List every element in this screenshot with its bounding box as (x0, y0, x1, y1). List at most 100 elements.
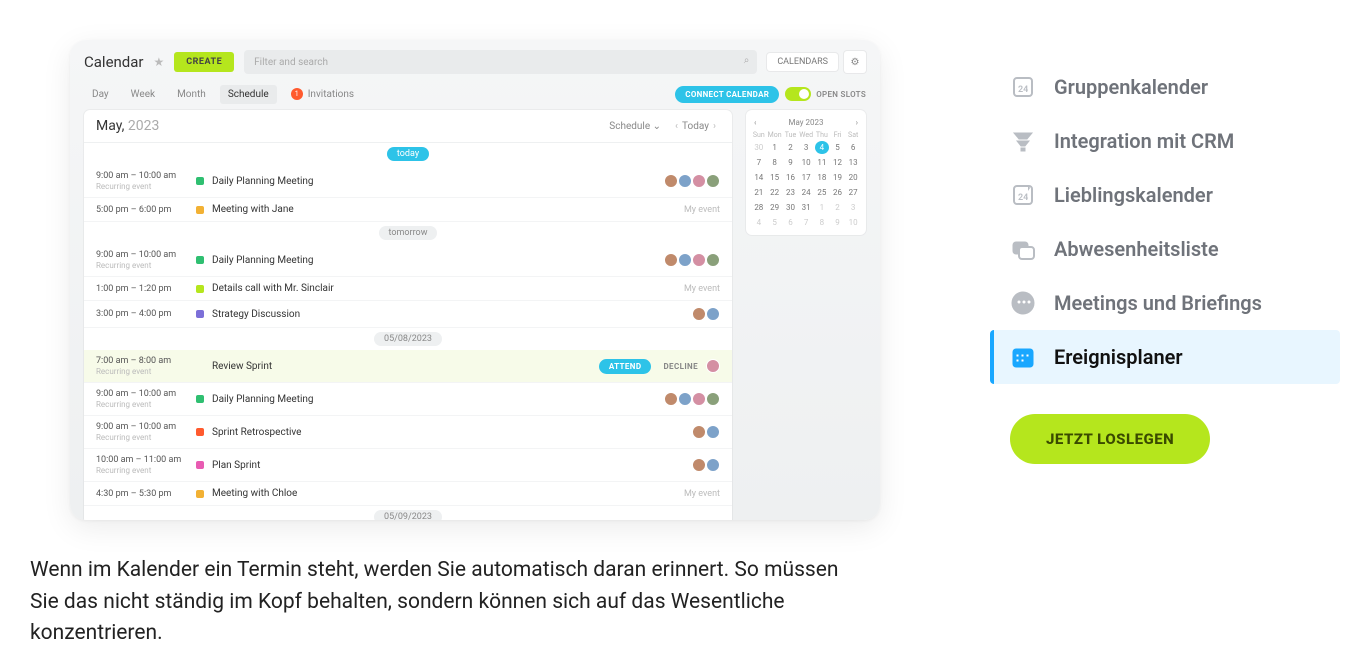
mini-day[interactable]: 30 (784, 201, 798, 214)
mini-day[interactable]: 7 (752, 156, 766, 169)
mini-day[interactable]: 30 (752, 141, 766, 154)
event-row[interactable]: 9:00 am – 10:00 amRecurring eventDaily P… (84, 383, 732, 416)
mini-day[interactable]: 4 (815, 141, 829, 154)
event-right (668, 174, 720, 188)
view-day[interactable]: Day (84, 85, 117, 104)
mini-day[interactable]: 1 (815, 201, 829, 214)
mini-day[interactable]: 6 (784, 216, 798, 229)
mini-day[interactable]: 29 (768, 201, 782, 214)
schedule-dropdown[interactable]: Schedule ⌄ (609, 121, 661, 132)
color-dot-icon (196, 285, 204, 293)
mini-day[interactable]: 12 (831, 156, 845, 169)
next-icon[interactable]: › (709, 121, 720, 132)
search-placeholder: Filter and search (254, 57, 328, 68)
calendars-button[interactable]: CALENDARS (767, 53, 838, 71)
mini-day[interactable]: 17 (799, 171, 813, 184)
event-time: 4:30 pm – 5:30 pm (96, 489, 196, 499)
mini-prev-icon[interactable]: ‹ (754, 118, 756, 127)
event-row[interactable]: 4:30 pm – 5:30 pmMeeting with ChloeMy ev… (84, 482, 732, 506)
create-button[interactable]: CREATE (174, 52, 234, 72)
svg-text:24: 24 (1018, 193, 1028, 203)
color-dot-icon (196, 490, 204, 498)
mini-day[interactable]: 23 (784, 186, 798, 199)
mini-day[interactable]: 27 (846, 186, 860, 199)
open-slots-toggle[interactable]: OPEN SLOTS (785, 87, 866, 101)
recurring-label: Recurring event (96, 261, 196, 270)
feature-label: Gruppenkalender (1054, 75, 1208, 99)
mini-day[interactable]: 20 (846, 171, 860, 184)
mini-day[interactable]: 15 (768, 171, 782, 184)
mini-day[interactable]: 5 (831, 141, 845, 154)
event-row[interactable]: 3:00 pm – 4:00 pmStrategy Discussion (84, 301, 732, 328)
feature-abs[interactable]: Abwesenheitsliste (990, 222, 1340, 276)
event-right (696, 458, 720, 472)
mini-day[interactable]: 19 (831, 171, 845, 184)
mini-day[interactable]: 22 (768, 186, 782, 199)
mini-day[interactable]: 8 (815, 216, 829, 229)
mini-day[interactable]: 31 (799, 201, 813, 214)
feature-fav[interactable]: 24Lieblingskalender (990, 168, 1340, 222)
mini-day[interactable]: 3 (799, 141, 813, 154)
event-time: 5:00 pm – 6:00 pm (96, 205, 196, 215)
mini-day[interactable]: 8 (768, 156, 782, 169)
mini-day[interactable]: 18 (815, 171, 829, 184)
mini-day[interactable]: 28 (752, 201, 766, 214)
event-row[interactable]: 5:00 pm – 6:00 pmMeeting with JaneMy eve… (84, 198, 732, 222)
mini-day[interactable]: 3 (846, 201, 860, 214)
mini-month-label: May 2023 (788, 118, 823, 127)
mini-next-icon[interactable]: › (856, 118, 858, 127)
event-row[interactable]: 7:00 am – 8:00 amRecurring eventReview S… (84, 350, 732, 383)
search-input[interactable]: Filter and search ⌕ (244, 50, 757, 74)
gear-icon[interactable]: ⚙ (844, 51, 866, 73)
color-dot-icon (196, 428, 204, 436)
feature-plan[interactable]: Ereignisplaner (990, 330, 1340, 384)
decline-button[interactable]: DECLINE (663, 362, 698, 371)
schedule-panel: May, 2023 Schedule ⌄ ‹ Today › today9:00… (84, 110, 732, 520)
event-right: My event (684, 205, 720, 215)
attend-button[interactable]: ATTEND (599, 359, 652, 374)
view-schedule[interactable]: Schedule (220, 85, 277, 104)
event-row[interactable]: 1:00 pm – 1:20 pmDetails call with Mr. S… (84, 277, 732, 301)
mini-day[interactable]: 21 (752, 186, 766, 199)
mini-day[interactable]: 10 (846, 216, 860, 229)
event-row[interactable]: 10:00 am – 11:00 amRecurring eventPlan S… (84, 449, 732, 482)
event-title: Meeting with Chloe (212, 488, 684, 499)
prev-icon[interactable]: ‹ (671, 121, 682, 132)
mini-day[interactable]: 24 (799, 186, 813, 199)
view-week[interactable]: Week (123, 85, 163, 104)
crm-icon (1010, 128, 1036, 154)
mini-dow: Tue (784, 131, 798, 139)
star-icon[interactable]: ★ (154, 55, 165, 69)
connect-calendar-button[interactable]: CONNECT CALENDAR (675, 86, 779, 103)
mini-day[interactable]: 26 (831, 186, 845, 199)
view-month[interactable]: Month (169, 85, 214, 104)
event-time: 3:00 pm – 4:00 pm (96, 309, 196, 319)
today-button[interactable]: Today (682, 121, 709, 132)
mini-day[interactable]: 14 (752, 171, 766, 184)
event-time: 9:00 am – 10:00 am (96, 171, 196, 181)
mini-dow: Thu (815, 131, 829, 139)
mini-day[interactable]: 25 (815, 186, 829, 199)
mini-day[interactable]: 4 (752, 216, 766, 229)
mini-day[interactable]: 10 (799, 156, 813, 169)
mini-day[interactable]: 5 (768, 216, 782, 229)
mini-day[interactable]: 9 (784, 156, 798, 169)
feature-meet[interactable]: Meetings und Briefings (990, 276, 1340, 330)
event-row[interactable]: 9:00 am – 10:00 amRecurring eventSprint … (84, 416, 732, 449)
mini-day[interactable]: 11 (815, 156, 829, 169)
feature-group[interactable]: 24Gruppenkalender (990, 60, 1340, 114)
date-chip: tomorrow (379, 226, 438, 240)
mini-day[interactable]: 6 (846, 141, 860, 154)
event-row[interactable]: 9:00 am – 10:00 amRecurring eventDaily P… (84, 244, 732, 277)
mini-day[interactable]: 13 (846, 156, 860, 169)
event-row[interactable]: 9:00 am – 10:00 amRecurring eventDaily P… (84, 165, 732, 198)
feature-crm[interactable]: Integration mit CRM (990, 114, 1340, 168)
invitations-tab[interactable]: 1 Invitations (283, 84, 362, 104)
mini-day[interactable]: 16 (784, 171, 798, 184)
mini-day[interactable]: 1 (768, 141, 782, 154)
mini-day[interactable]: 2 (784, 141, 798, 154)
mini-day[interactable]: 7 (799, 216, 813, 229)
mini-day[interactable]: 2 (831, 201, 845, 214)
mini-day[interactable]: 9 (831, 216, 845, 229)
cta-button[interactable]: JETZT LOSLEGEN (1010, 414, 1210, 464)
